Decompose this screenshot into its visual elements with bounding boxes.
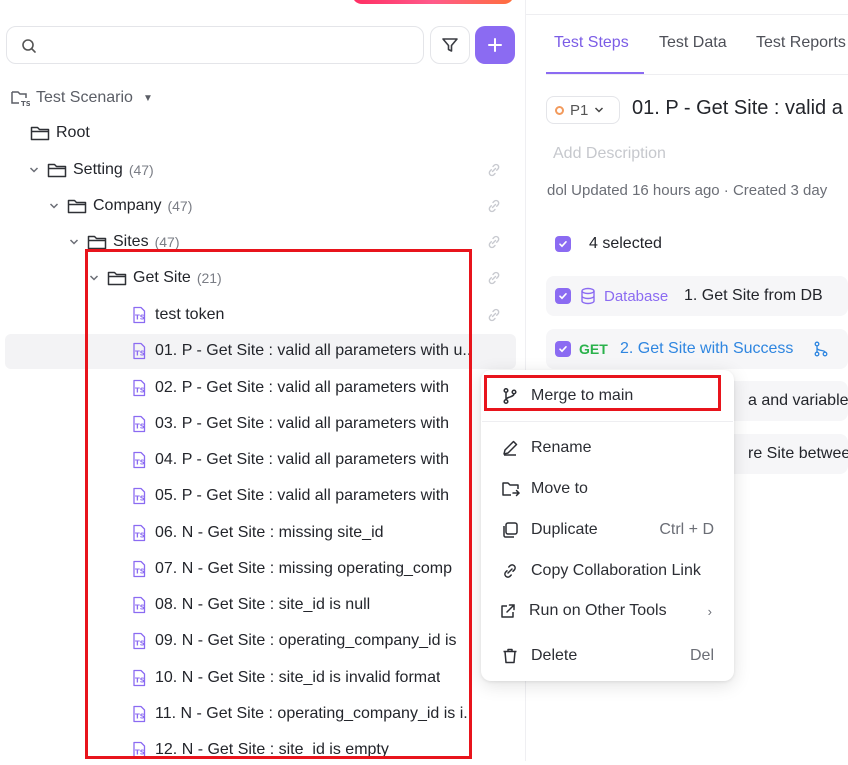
link-icon[interactable]: [486, 162, 502, 178]
menu-item-run-on-other-tools[interactable]: Run on Other Tools ›: [481, 594, 734, 628]
select-all-checkbox[interactable]: [555, 236, 571, 252]
folder-icon: [30, 125, 50, 141]
test-case-title[interactable]: 01. P - Get Site : valid a: [632, 97, 843, 120]
link-icon[interactable]: [486, 198, 502, 214]
add-button[interactable]: [475, 26, 515, 64]
step-checkbox[interactable]: [555, 341, 571, 357]
menu-divider: [482, 421, 733, 422]
search-box[interactable]: [6, 26, 424, 64]
pencil-icon: [501, 439, 519, 457]
menu-item-move-to[interactable]: Move to: [481, 472, 734, 506]
caret-down-icon: ▼: [142, 92, 153, 104]
step-label: 2. Get Site with Success: [620, 340, 794, 357]
folder-count: (47): [154, 234, 180, 250]
step-method-badge: GET: [579, 341, 608, 357]
menu-item-copy-link[interactable]: Copy Collaboration Link: [481, 554, 734, 588]
chevron-down-icon[interactable]: [27, 166, 41, 174]
search-icon: [22, 39, 36, 53]
selected-count: 4 selected: [589, 235, 662, 252]
top-gradient-bar: [352, 0, 514, 4]
highlight-box-test-cases: [85, 249, 472, 759]
scenario-header-label: Test Scenario: [36, 89, 133, 106]
step-row[interactable]: GET 2. Get Site with Success: [546, 329, 848, 369]
step-badge: Database: [604, 288, 669, 305]
menu-label: Copy Collaboration Link: [531, 562, 701, 579]
search-input[interactable]: [47, 34, 411, 58]
menu-item-duplicate[interactable]: Duplicate Ctrl + D: [481, 513, 734, 547]
menu-shortcut: Del: [689, 647, 714, 664]
description-input[interactable]: Add Description: [553, 145, 666, 163]
tabs-border: [546, 74, 848, 75]
tree-folder-company[interactable]: Company (47): [47, 191, 192, 221]
plus-icon: [488, 38, 502, 52]
menu-label: Run on Other Tools: [529, 602, 667, 619]
folder-count: (47): [128, 162, 154, 178]
step-row[interactable]: Database 1. Get Site from DB: [546, 276, 848, 316]
menu-item-rename[interactable]: Rename: [481, 431, 734, 465]
export-icon: [499, 602, 517, 620]
test-scenario-icon: TS: [11, 91, 30, 108]
link-icon[interactable]: [486, 307, 502, 323]
menu-item-delete[interactable]: Delete Del: [481, 639, 734, 673]
link-icon: [501, 562, 519, 580]
check-icon: [559, 346, 567, 353]
tab-test-data[interactable]: Test Data: [659, 34, 727, 52]
context-menu: Merge to main Rename Move to Duplicate C…: [481, 370, 734, 681]
menu-label: Delete: [531, 647, 578, 664]
priority-selector[interactable]: P1: [546, 96, 620, 124]
filter-button[interactable]: [430, 26, 470, 64]
link-icon[interactable]: [486, 234, 502, 250]
duplicate-icon: [501, 521, 519, 539]
folder-label: Setting: [73, 161, 123, 178]
scenario-type-selector[interactable]: TS Test Scenario ▼: [10, 86, 153, 110]
tree-root-label: Root: [56, 124, 90, 141]
menu-shortcut: Ctrl + D: [659, 521, 714, 538]
step-label: a and variables: [748, 392, 848, 409]
tab-test-steps[interactable]: Test Steps: [554, 34, 629, 52]
check-icon: [559, 241, 567, 248]
chevron-down-icon: [595, 107, 604, 113]
case-meta: dol Updated 16 hours ago · Created 3 day: [547, 182, 828, 199]
chevron-down-icon[interactable]: [47, 202, 61, 210]
priority-label: P1: [570, 101, 589, 119]
right-top-strip: [526, 0, 848, 15]
folder-icon: [67, 198, 87, 214]
chevron-right-icon: ›: [707, 604, 712, 619]
step-checkbox[interactable]: [555, 288, 571, 304]
folder-label: Company: [93, 197, 162, 214]
check-icon: [559, 293, 567, 300]
priority-dot-icon: [555, 105, 564, 115]
trash-icon: [501, 647, 519, 665]
highlight-box-merge: [484, 375, 721, 411]
chevron-down-icon[interactable]: [67, 238, 81, 246]
menu-label: Move to: [531, 480, 588, 497]
flow-icon: [814, 341, 828, 357]
menu-label: Duplicate: [531, 521, 598, 538]
database-icon: [581, 287, 595, 305]
tree-folder-setting[interactable]: Setting (47): [27, 155, 154, 185]
step-label: re Site betweer: [748, 445, 848, 462]
folder-icon: [47, 162, 67, 178]
filter-icon: [442, 38, 458, 52]
folder-move-icon: [501, 480, 521, 498]
tree-root[interactable]: Root: [30, 118, 90, 148]
step-label: 1. Get Site from DB: [684, 287, 823, 304]
folder-icon: [87, 234, 107, 250]
folder-count: (47): [167, 198, 193, 214]
menu-label: Rename: [531, 439, 592, 456]
link-icon[interactable]: [486, 270, 502, 286]
tab-test-reports[interactable]: Test Reports: [756, 34, 846, 52]
svg-text:TS: TS: [21, 100, 30, 108]
